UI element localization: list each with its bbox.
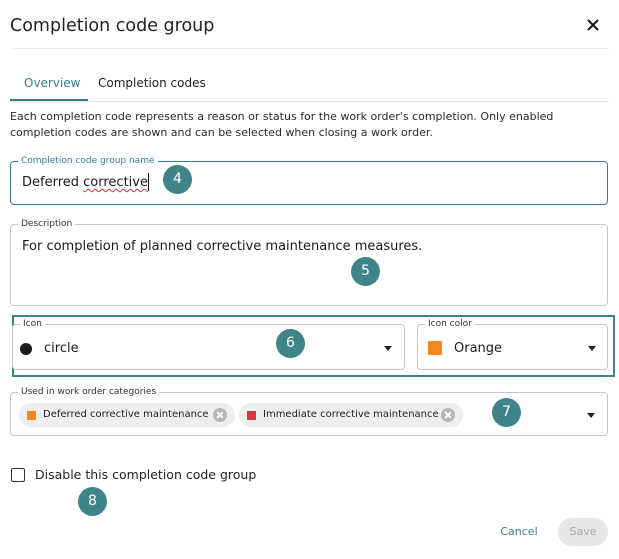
disable-group-checkbox[interactable] xyxy=(11,468,25,482)
orange-swatch-icon xyxy=(27,411,36,420)
header-divider xyxy=(10,48,609,49)
callout-marker: 7 xyxy=(492,398,521,427)
category-chip-label: Deferred corrective maintenance xyxy=(43,409,209,420)
cancel-button[interactable]: Cancel xyxy=(490,520,548,544)
circle-icon xyxy=(20,343,32,355)
chevron-down-icon[interactable] xyxy=(384,346,392,351)
callout-marker: 6 xyxy=(276,329,305,358)
group-name-word-1: Deferred xyxy=(22,175,80,190)
category-chip: Deferred corrective maintenance xyxy=(19,403,235,427)
group-name-input[interactable]: Deferred corrective xyxy=(22,175,148,190)
callout-marker: 8 xyxy=(78,487,107,516)
tab-overview[interactable]: Overview xyxy=(24,76,81,90)
tab-completion-codes[interactable]: Completion codes xyxy=(98,76,206,90)
category-chip-label: Immediate corrective maintenance xyxy=(263,409,439,420)
close-icon[interactable] xyxy=(583,15,603,35)
tabs-divider xyxy=(10,101,609,102)
close-icon-svg xyxy=(587,19,599,31)
icon-color-value: Orange xyxy=(454,341,503,356)
category-chip: Immediate corrective maintenance xyxy=(239,403,463,427)
remove-chip-icon[interactable] xyxy=(213,408,227,422)
icon-select-value: circle xyxy=(44,341,79,356)
callout-marker: 4 xyxy=(163,165,192,194)
save-button[interactable]: Save xyxy=(558,518,608,546)
callout-marker: 5 xyxy=(351,257,380,286)
red-swatch-icon xyxy=(247,411,256,420)
group-name-word-2: corrective xyxy=(83,175,148,190)
group-name-field[interactable]: Completion code group name Deferred corr… xyxy=(10,155,608,205)
orange-swatch-icon xyxy=(428,341,442,355)
text-caret xyxy=(148,173,149,191)
icon-color-select[interactable]: Icon color Orange xyxy=(417,318,608,370)
icon-select[interactable]: Icon circle xyxy=(12,318,405,370)
icon-select-label: Icon xyxy=(20,318,45,330)
group-name-label: Completion code group name xyxy=(18,155,158,167)
description-field[interactable]: Description For completion of planned co… xyxy=(10,218,608,306)
info-text: Each completion code represents a reason… xyxy=(10,110,554,139)
description-label: Description xyxy=(18,218,76,230)
description-input[interactable]: For completion of planned corrective mai… xyxy=(22,239,422,254)
remove-chip-icon[interactable] xyxy=(441,408,455,422)
chevron-down-icon[interactable] xyxy=(587,413,595,418)
categories-label: Used in work order categories xyxy=(18,386,160,398)
dialog-title: Completion code group xyxy=(10,16,215,36)
icon-color-label: Icon color xyxy=(425,318,475,330)
disable-group-label: Disable this completion code group xyxy=(35,467,257,482)
chevron-down-icon[interactable] xyxy=(588,346,596,351)
